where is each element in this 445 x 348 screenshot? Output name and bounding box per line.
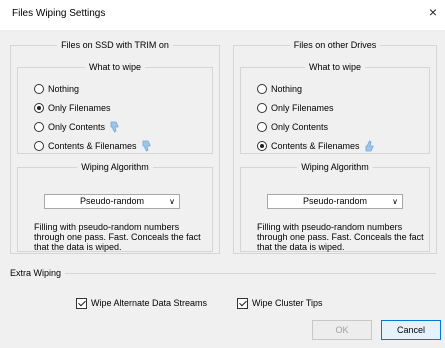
ssd-algorithm-value: Pseudo-random (79, 196, 145, 206)
radio-button[interactable] (257, 141, 267, 151)
radio-button[interactable] (34, 141, 44, 151)
option-label: Contents & Filenames (271, 141, 360, 151)
cancel-button[interactable]: Cancel (381, 320, 441, 340)
wipe-ads-checkbox[interactable]: Wipe Alternate Data Streams (76, 296, 207, 310)
ssd-algo-group: Wiping Algorithm Pseudo-random ∨ Filling… (17, 162, 213, 252)
radio-button[interactable] (34, 103, 44, 113)
option-label: Only Contents (271, 122, 329, 132)
thumbs-down-icon (110, 121, 119, 133)
radio-button[interactable] (34, 84, 44, 94)
checkbox-label: Wipe Alternate Data Streams (91, 298, 208, 308)
other-option-only-contents[interactable]: Only Contents (257, 120, 328, 134)
option-label: Only Filenames (48, 103, 111, 113)
chevron-down-icon: ∨ (169, 197, 175, 206)
chevron-down-icon: ∨ (392, 197, 398, 206)
radio-button[interactable] (257, 84, 267, 94)
ssd-panel-title: Files on SSD with TRIM on (61, 40, 169, 50)
other-panel: Files on other Drives What to wipe Nothi… (233, 40, 437, 254)
ssd-what-group: What to wipe Nothing Only Filenames Only… (17, 62, 213, 154)
radio-button[interactable] (257, 103, 267, 113)
option-label: Contents & Filenames (48, 141, 137, 151)
other-option-contents-filenames[interactable]: Contents & Filenames (257, 139, 376, 153)
checkbox-label: Wipe Cluster Tips (252, 298, 323, 308)
title-bar: Files Wiping Settings × (0, 0, 445, 30)
ssd-option-nothing[interactable]: Nothing (34, 82, 79, 96)
ssd-algo-title: Wiping Algorithm (81, 162, 149, 172)
other-what-group: What to wipe Nothing Only Filenames Only… (240, 62, 430, 154)
window-title: Files Wiping Settings (12, 8, 106, 19)
extra-wiping-title: Extra Wiping (10, 268, 62, 278)
ssd-what-title: What to wipe (88, 62, 142, 72)
option-label: Only Filenames (271, 103, 334, 113)
checkbox[interactable] (76, 297, 87, 309)
other-option-nothing[interactable]: Nothing (257, 82, 302, 96)
other-algo-group: Wiping Algorithm Pseudo-random ∨ Filling… (240, 162, 430, 252)
ok-button[interactable]: OK (312, 320, 372, 340)
extra-wiping-group: Extra Wiping Wipe Alternate Data Streams… (6, 268, 436, 309)
thumbs-up-icon (365, 140, 373, 152)
ssd-panel: Files on SSD with TRIM on What to wipe N… (10, 40, 220, 254)
ssd-option-only-contents[interactable]: Only Contents (34, 120, 121, 134)
radio-button[interactable] (257, 122, 267, 132)
thumbs-down-icon (142, 140, 150, 152)
checkbox[interactable] (237, 297, 248, 309)
other-algorithm-description: Filling with pseudo-random numbers throu… (257, 222, 424, 252)
close-icon[interactable]: × (429, 5, 437, 19)
wipe-cluster-tips-checkbox[interactable]: Wipe Cluster Tips (237, 296, 323, 310)
dialog-body: Files on SSD with TRIM on What to wipe N… (0, 30, 445, 348)
other-what-title: What to wipe (308, 62, 362, 72)
ssd-option-contents-filenames[interactable]: Contents & Filenames (34, 139, 153, 153)
other-algorithm-value: Pseudo-random (302, 196, 368, 206)
option-label: Nothing (271, 84, 303, 94)
other-option-only-filenames[interactable]: Only Filenames (257, 101, 334, 115)
other-panel-title: Files on other Drives (293, 40, 377, 50)
ssd-algorithm-description: Filling with pseudo-random numbers throu… (34, 222, 201, 252)
ssd-option-only-filenames[interactable]: Only Filenames (34, 101, 111, 115)
ssd-algorithm-select[interactable]: Pseudo-random ∨ (44, 194, 180, 209)
radio-button[interactable] (34, 122, 44, 132)
other-algorithm-select[interactable]: Pseudo-random ∨ (267, 194, 403, 209)
option-label: Nothing (48, 84, 80, 94)
other-algo-title: Wiping Algorithm (301, 162, 369, 172)
option-label: Only Contents (48, 122, 106, 132)
